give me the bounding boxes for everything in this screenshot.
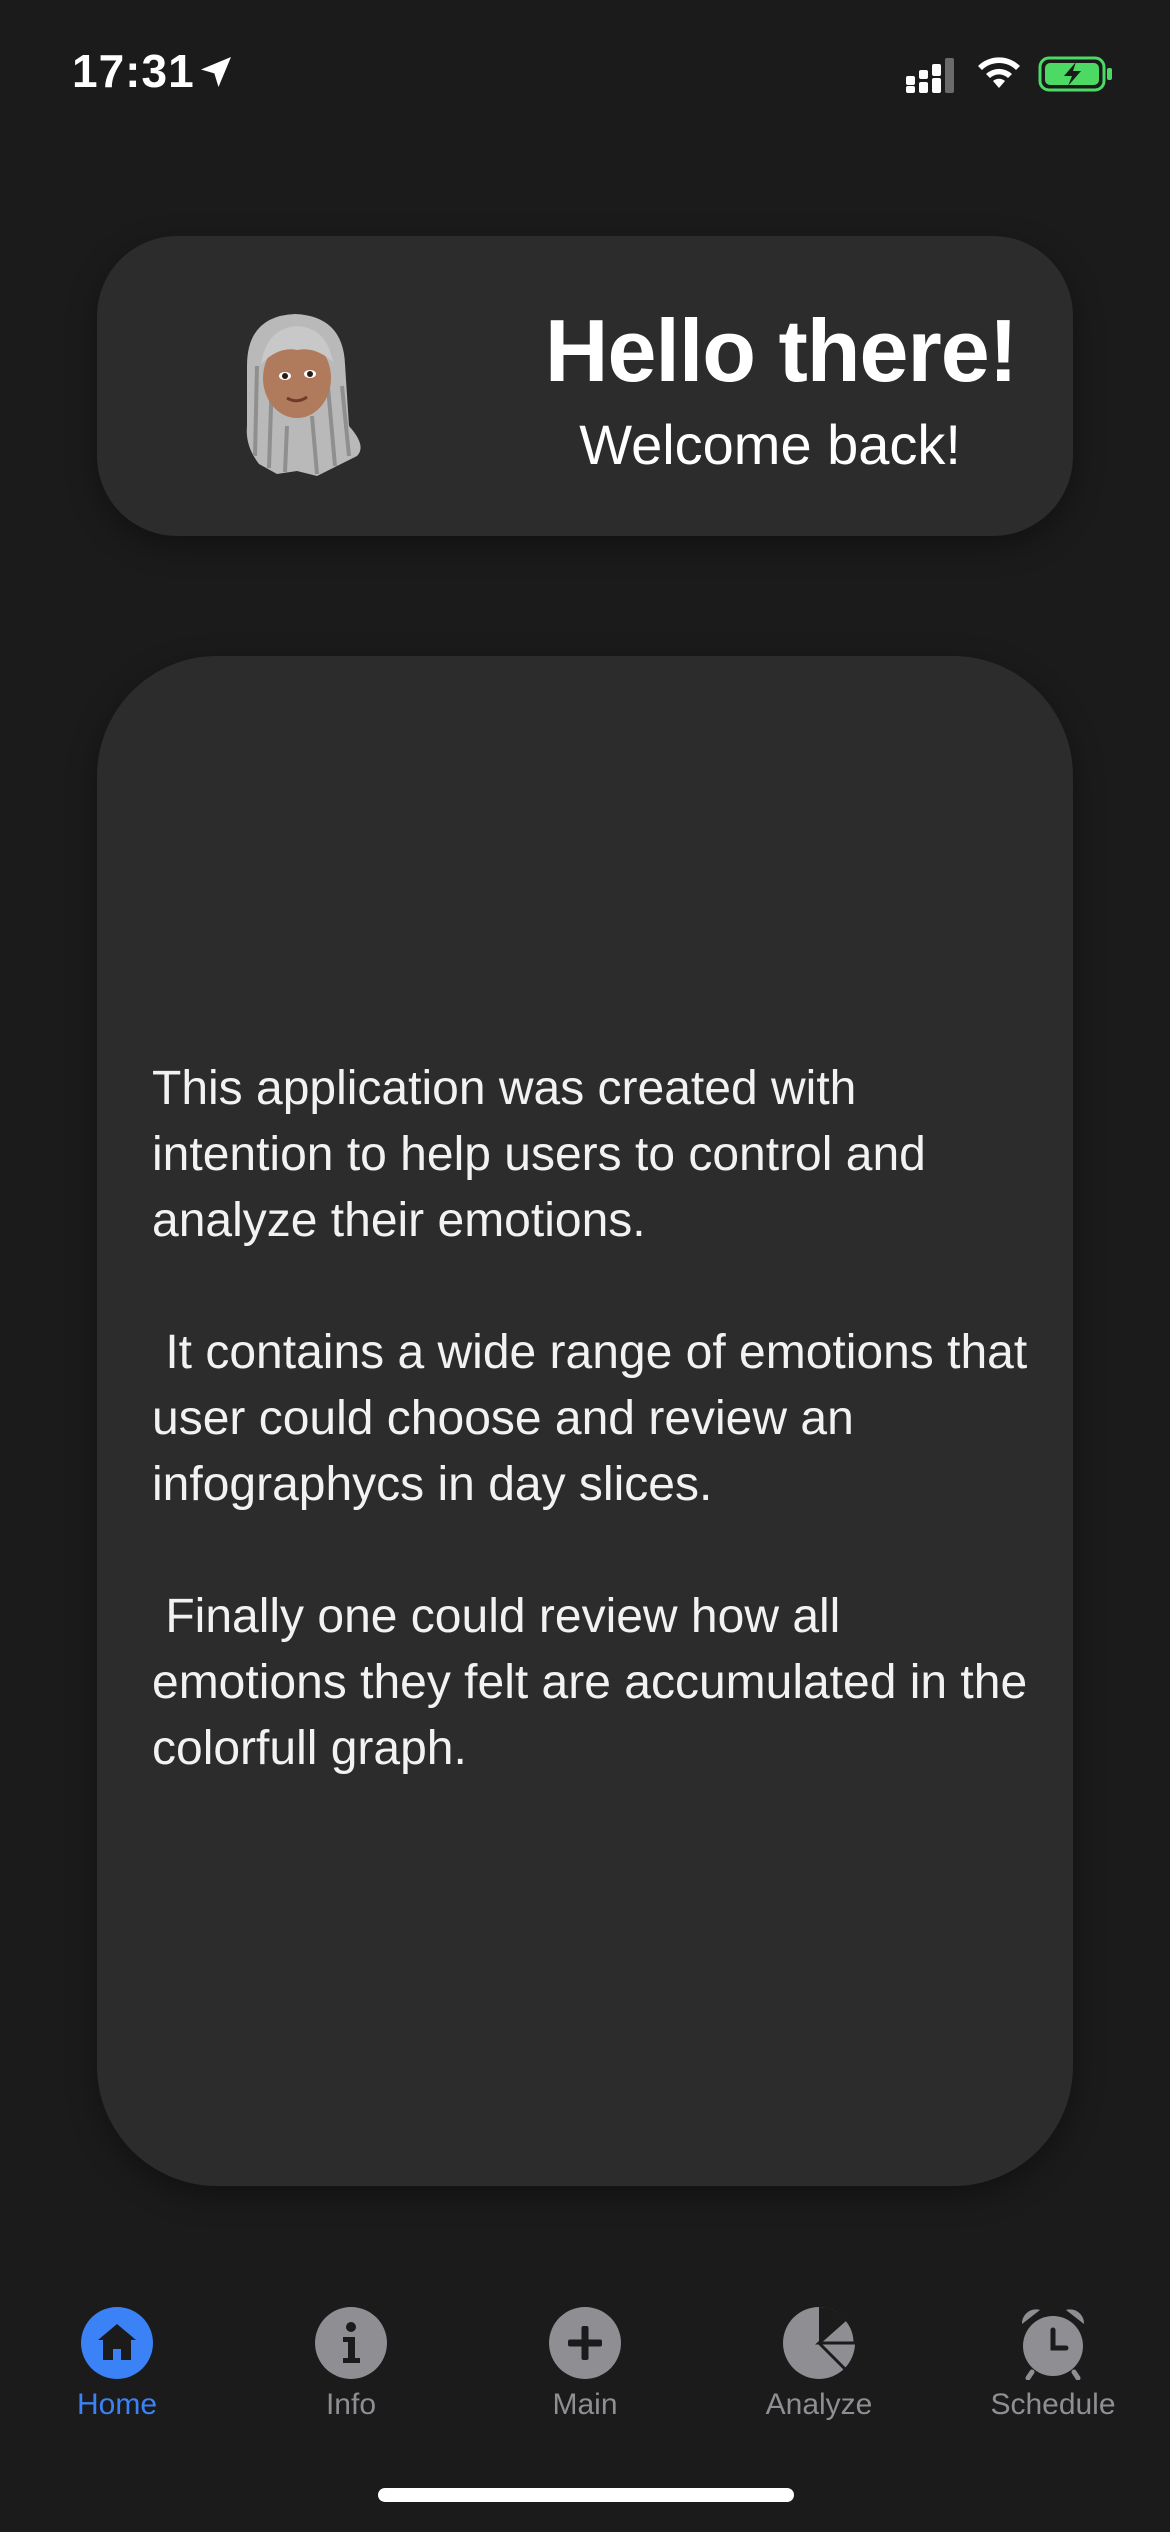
tab-schedule[interactable]: Schedule <box>936 2290 1170 2450</box>
wifi-icon <box>978 57 1020 88</box>
status-time: 17:31 <box>72 45 195 97</box>
cellular-signal-icon <box>906 58 954 93</box>
tab-label: Home <box>76 2388 158 2421</box>
about-paragraph: This application was created with intent… <box>152 1062 926 1247</box>
battery-charging-icon <box>1038 56 1112 92</box>
avatar <box>246 314 361 476</box>
tab-main[interactable]: Main <box>468 2290 702 2450</box>
tab-bar: Home Info Main Analyze Schedule <box>0 2290 1170 2450</box>
tab-info[interactable]: Info <box>234 2290 468 2450</box>
status-bar: 17:31 <box>0 0 1170 150</box>
tab-label: Info <box>325 2388 377 2421</box>
home-icon <box>81 2307 153 2379</box>
pie-chart-icon <box>783 2306 856 2379</box>
greeting-card: Hello there! Welcome back! <box>97 236 1073 536</box>
location-arrow-icon <box>201 57 231 87</box>
tab-label: Analyze <box>765 2388 873 2421</box>
tab-analyze[interactable]: Analyze <box>702 2290 936 2450</box>
greeting-title: Hello there! <box>544 301 1018 400</box>
home-screen: 17:31 Hello there! Welcome back! This ap… <box>0 0 1170 2532</box>
plus-icon <box>549 2307 621 2379</box>
about-paragraph: It contains a wide range of emotions tha… <box>152 1326 1041 1511</box>
about-paragraph: Finally one could review how all emotion… <box>152 1590 1041 1775</box>
info-icon <box>315 2307 387 2379</box>
alarm-clock-icon <box>1021 2309 1085 2380</box>
about-text: This application was created with intent… <box>152 1056 1042 1848</box>
tab-label: Schedule <box>990 2388 1116 2421</box>
tab-home[interactable]: Home <box>0 2290 234 2450</box>
greeting-subtitle: Welcome back! <box>579 413 961 476</box>
home-indicator[interactable] <box>378 2488 794 2502</box>
about-card: This application was created with intent… <box>97 656 1073 2186</box>
tab-label: Main <box>552 2388 618 2421</box>
